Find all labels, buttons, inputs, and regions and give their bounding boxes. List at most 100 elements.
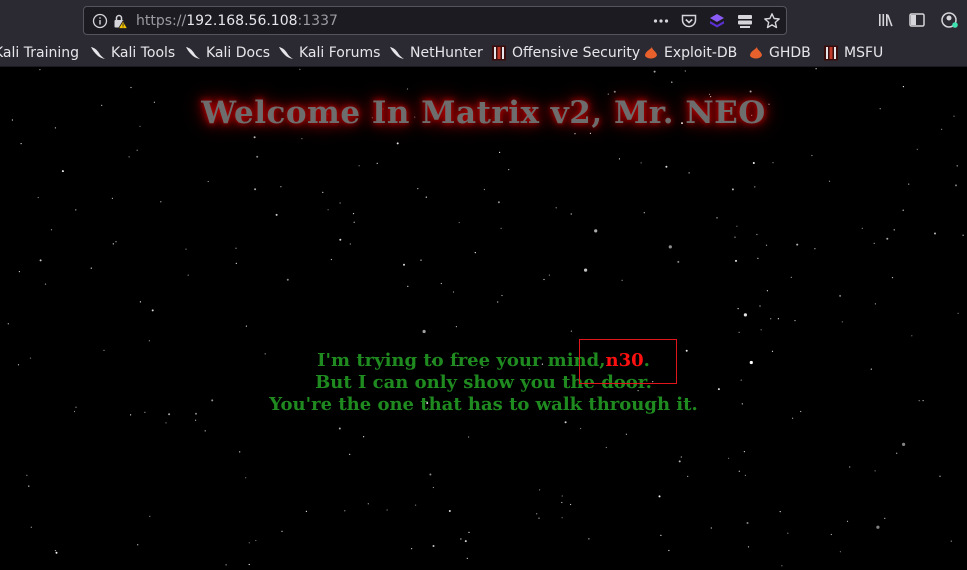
bookmark-offensive-security[interactable]: Offensive Security xyxy=(491,43,640,63)
bookmark-label: MSFU xyxy=(844,45,884,61)
star xyxy=(902,209,904,211)
star xyxy=(955,184,957,187)
star xyxy=(618,158,621,160)
star xyxy=(137,544,139,546)
star xyxy=(874,303,877,305)
star xyxy=(861,227,863,229)
star xyxy=(44,283,47,285)
star xyxy=(950,540,952,542)
star xyxy=(148,340,150,342)
star xyxy=(255,539,257,542)
star xyxy=(884,517,886,519)
star xyxy=(787,532,789,534)
star xyxy=(811,154,813,157)
star xyxy=(605,446,607,449)
library-icon[interactable] xyxy=(877,11,895,29)
star xyxy=(640,162,642,164)
star xyxy=(28,485,30,487)
url-port: :1337 xyxy=(297,13,338,29)
star xyxy=(460,538,462,540)
bookmark-nethunter[interactable]: NetHunter xyxy=(389,43,483,63)
star xyxy=(253,136,256,139)
kali-dragon-icon xyxy=(91,47,105,59)
star xyxy=(352,213,355,215)
bookmark-kali-tools[interactable]: Kali Tools xyxy=(90,43,175,63)
bookmark-label: Kali Forums xyxy=(299,45,381,61)
bookmark-ghdb[interactable]: GHDB xyxy=(748,43,811,63)
star xyxy=(165,422,167,424)
star xyxy=(160,201,162,203)
star xyxy=(760,329,762,331)
bookmark-kali-training[interactable]: Kali Training xyxy=(0,43,79,63)
star xyxy=(752,162,755,164)
star xyxy=(90,267,92,269)
sidebar-icon[interactable] xyxy=(908,11,926,29)
star xyxy=(195,419,197,421)
star xyxy=(468,531,470,533)
star xyxy=(432,486,434,489)
star xyxy=(759,305,761,307)
url-bar[interactable]: https://192.168.56.108:1337 xyxy=(83,6,787,35)
pocket-icon[interactable] xyxy=(680,12,698,30)
star xyxy=(501,294,503,297)
star xyxy=(286,278,289,281)
star xyxy=(668,245,672,249)
star xyxy=(483,188,485,191)
star xyxy=(18,271,20,273)
star xyxy=(187,274,189,276)
star xyxy=(474,252,476,254)
star xyxy=(841,321,843,323)
page-actions-menu-icon[interactable] xyxy=(652,12,670,30)
bookmark-label: Offensive Security xyxy=(512,45,641,61)
star xyxy=(743,313,748,317)
bookmark-kali-docs[interactable]: Kali Docs xyxy=(185,43,270,63)
insecure-lock-icon[interactable] xyxy=(112,13,128,29)
bookmark-kali-forums[interactable]: Kali Forums xyxy=(278,43,380,63)
star xyxy=(39,259,42,262)
bookmark-msfu[interactable]: MSFU xyxy=(823,43,883,63)
star xyxy=(668,549,670,552)
star xyxy=(245,477,247,479)
star xyxy=(678,460,681,463)
star xyxy=(621,279,623,281)
starfield-background xyxy=(7,68,964,567)
container-tabs-icon[interactable] xyxy=(736,12,754,30)
star xyxy=(584,268,588,272)
star xyxy=(30,526,32,528)
star xyxy=(589,132,592,134)
star xyxy=(151,309,154,312)
page-content: Welcome In Matrix v2, Mr. NEO I'm trying… xyxy=(0,67,967,570)
star xyxy=(139,301,141,303)
star xyxy=(115,241,117,243)
star xyxy=(766,290,769,292)
star xyxy=(846,520,849,522)
info-icon[interactable] xyxy=(92,13,108,29)
star xyxy=(26,474,28,476)
star xyxy=(770,318,772,320)
star xyxy=(543,278,545,281)
extension-icon[interactable] xyxy=(708,12,726,30)
star xyxy=(50,229,53,231)
matrix-quote: I'm trying to free your mind,n30. But I … xyxy=(0,350,967,416)
account-icon[interactable] xyxy=(940,11,958,29)
bookmark-star-icon[interactable] xyxy=(763,12,781,30)
url-text[interactable]: https://192.168.56.108:1337 xyxy=(136,12,338,30)
star xyxy=(643,212,645,214)
quote-line-3: You're the one that has to walk through … xyxy=(269,394,698,415)
star xyxy=(452,291,455,293)
star xyxy=(136,149,138,151)
star xyxy=(149,515,151,517)
star xyxy=(411,548,413,550)
star xyxy=(464,540,467,543)
star xyxy=(736,225,738,227)
star xyxy=(671,81,673,83)
bookmark-exploit-db[interactable]: Exploit-DB xyxy=(643,43,737,63)
quote-line-1-prefix: I'm trying to free your mind, xyxy=(317,350,606,371)
star xyxy=(207,180,209,183)
star xyxy=(245,325,247,327)
star xyxy=(839,551,842,553)
star xyxy=(508,169,510,171)
star xyxy=(738,331,740,333)
star xyxy=(225,564,227,566)
star xyxy=(680,456,682,458)
